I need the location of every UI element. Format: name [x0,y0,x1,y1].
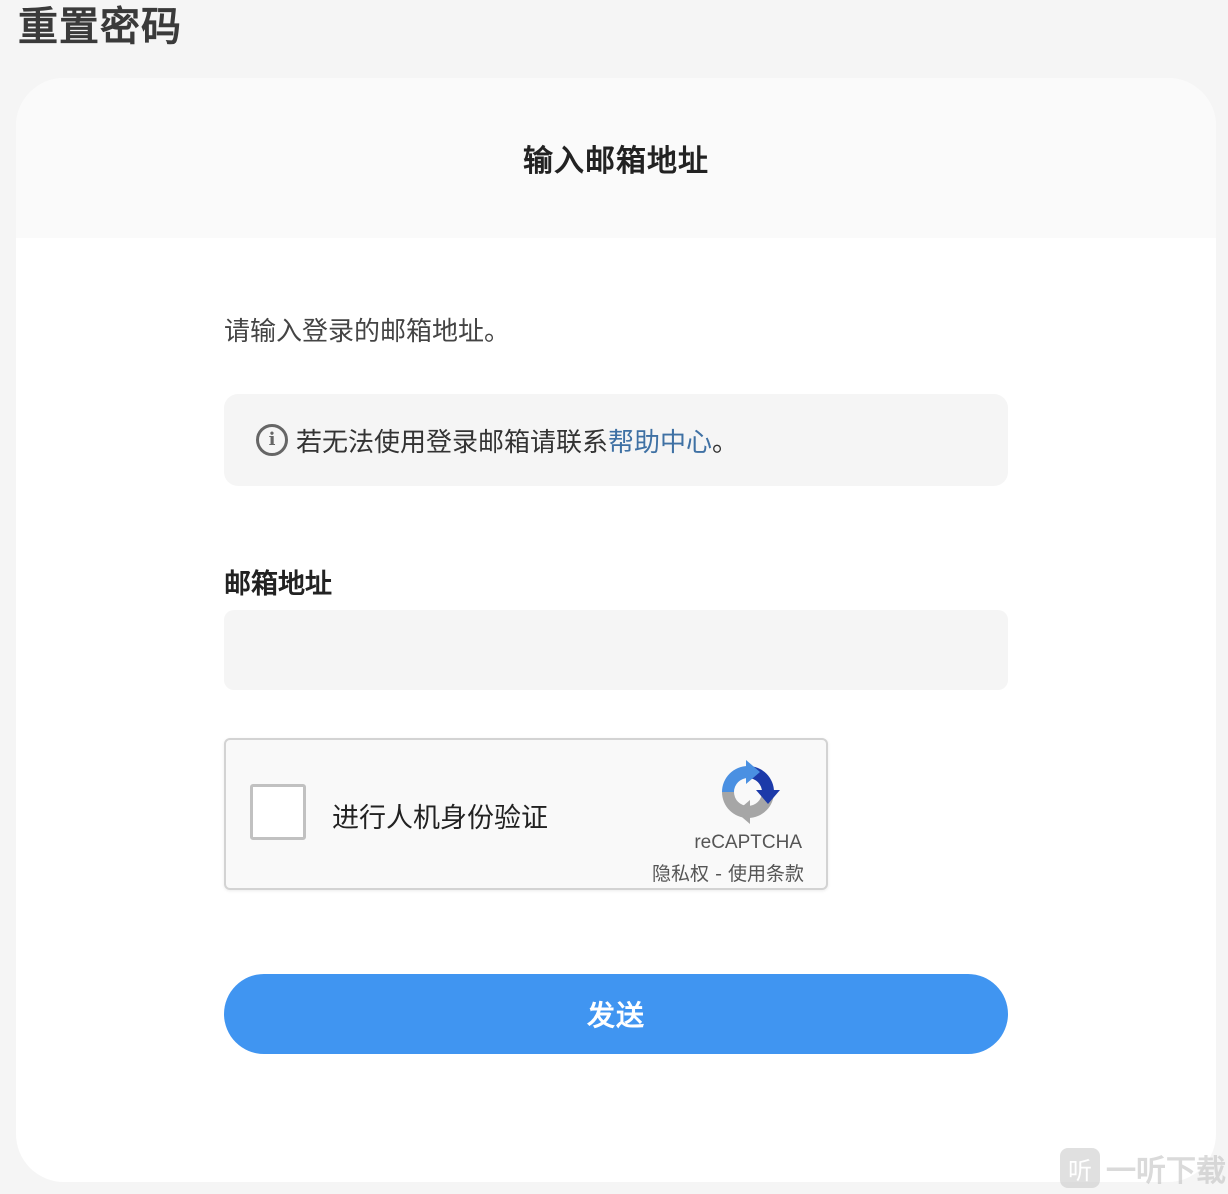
recaptcha-logo-icon [722,760,780,824]
recaptcha-label: 进行人机身份验证 [332,803,548,834]
instruction-text: 请输入登录的邮箱地址。 [224,317,511,347]
email-label: 邮箱地址 [224,569,332,600]
card-header: 输入邮箱地址 [16,78,1216,238]
recaptcha-brand: reCAPTCHA [694,832,802,853]
recaptcha-links-separator: - [709,863,728,885]
watermark: 听 一听下载 [1060,1146,1226,1190]
info-icon: i [256,424,288,456]
watermark-badge: 听 [1060,1148,1100,1188]
help-center-link[interactable]: 帮助中心 [608,422,712,459]
reset-password-card: 输入邮箱地址 请输入登录的邮箱地址。 i 若无法使用登录邮箱请联系 帮助中心。 邮… [16,78,1216,1182]
send-button[interactable]: 发送 [224,974,1008,1054]
recaptcha-privacy-link[interactable]: 隐私权 [652,863,709,885]
recaptcha-links: 隐私权 - 使用条款 [652,859,804,886]
page-title: 重置密码 [18,4,182,50]
recaptcha-checkbox[interactable] [250,784,306,840]
watermark-text: 一听下载 [1106,1154,1226,1189]
help-notice: i 若无法使用登录邮箱请联系 帮助中心。 [224,394,1008,486]
card-header-title: 输入邮箱地址 [523,144,709,179]
email-input[interactable] [224,610,1008,690]
notice-text: 若无法使用登录邮箱请联系 [296,427,609,458]
notice-suffix: 。 [712,427,739,458]
recaptcha-widget: 进行人机身份验证 reCAPTCHA 隐私权 - 使用条款 [224,738,828,890]
recaptcha-terms-link[interactable]: 使用条款 [728,863,804,885]
